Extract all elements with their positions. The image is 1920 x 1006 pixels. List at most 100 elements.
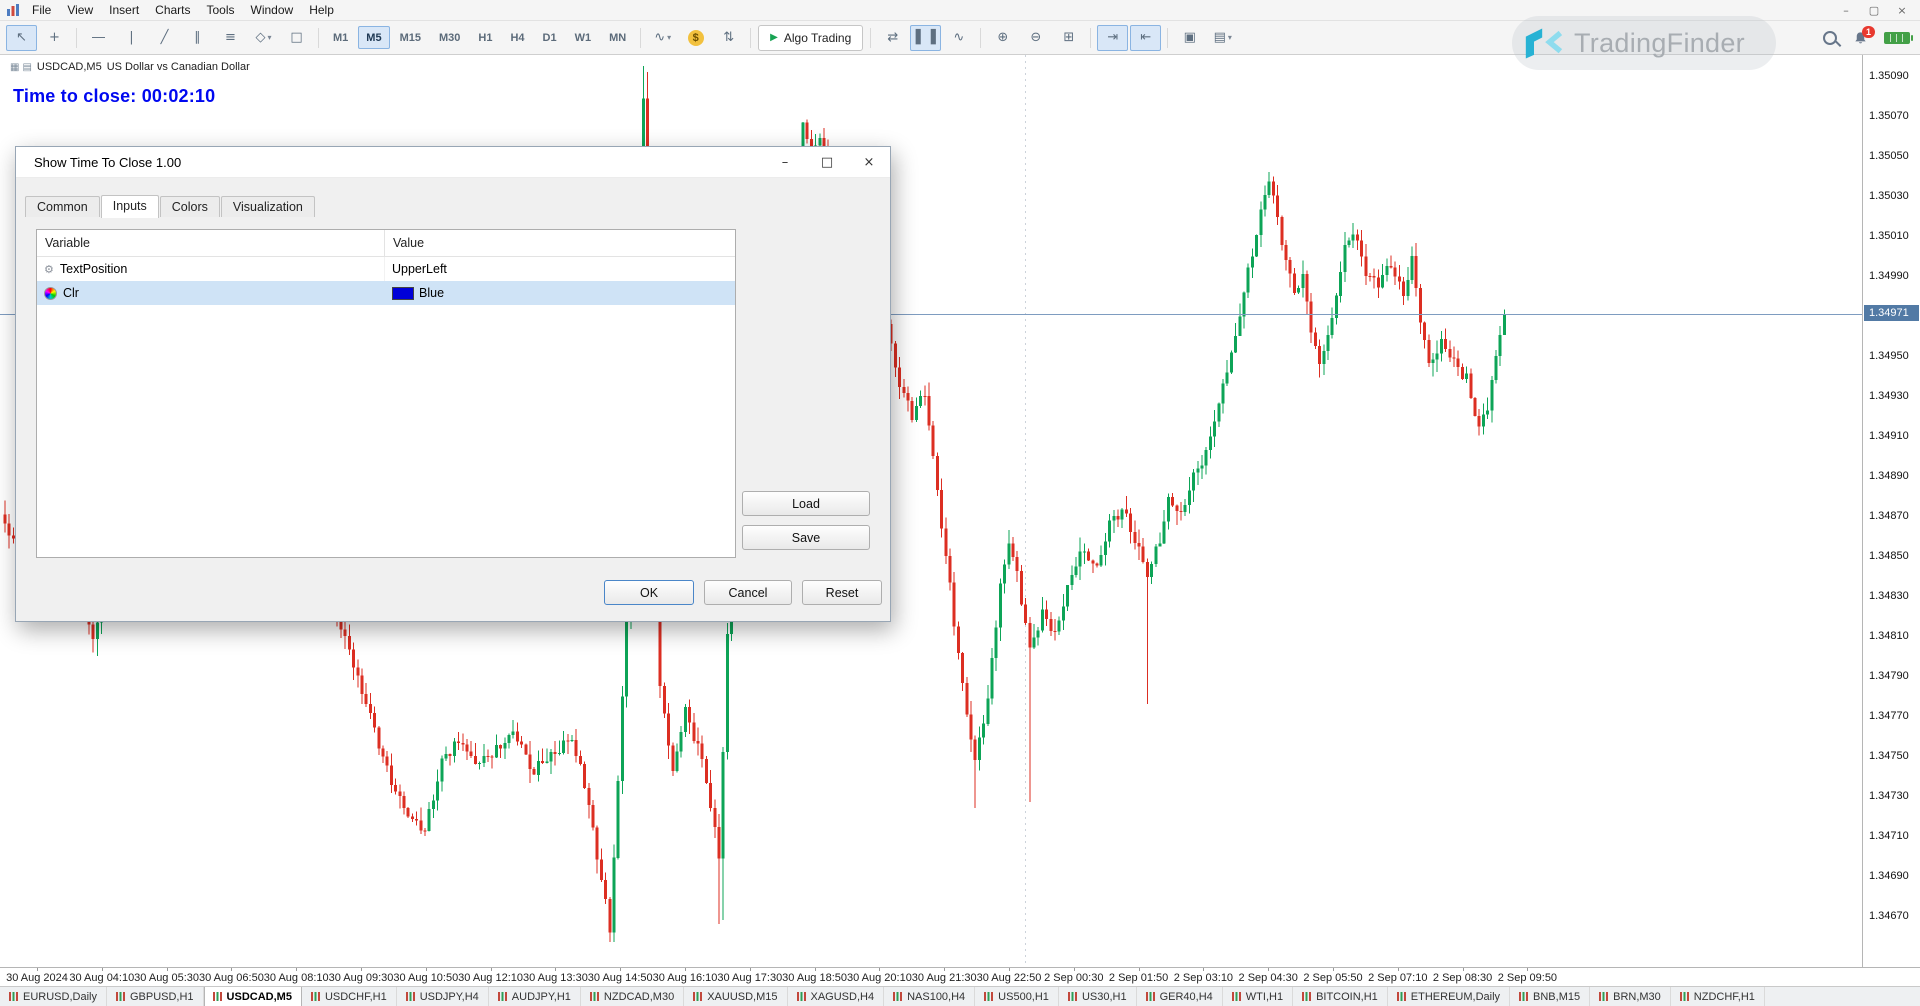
window-minimize-button[interactable]: –	[1832, 4, 1860, 17]
cursor-tool-button[interactable]: ↖	[6, 25, 37, 51]
time-axis[interactable]: 30 Aug 202430 Aug 04:1030 Aug 05:3030 Au…	[0, 967, 1920, 986]
chart-tab-usdchf-h1[interactable]: USDCHF,H1	[302, 987, 397, 1006]
menu-item-view[interactable]: View	[59, 1, 101, 19]
timeframe-d1-button[interactable]: D1	[535, 26, 565, 49]
dialog-window-controls: –□×	[764, 147, 890, 177]
chart-tab-label: ETHEREUM,Daily	[1411, 991, 1500, 1003]
toolbar-separator	[980, 28, 981, 48]
algo-trading-button[interactable]: ▶Algo Trading	[758, 25, 863, 51]
chart-tab-nzdchf-h1[interactable]: NZDCHF,H1	[1671, 987, 1765, 1006]
timeframe-m1-button[interactable]: M1	[325, 26, 356, 49]
timeframe-w1-button[interactable]: W1	[567, 26, 600, 49]
notifications-button[interactable]: 1	[1853, 31, 1868, 46]
horizontal-line-tool-button[interactable]: ―	[83, 25, 114, 51]
window-close-button[interactable]: ×	[1888, 4, 1916, 17]
tick-history-button[interactable]: ∿	[943, 25, 974, 51]
chart-tab-ger40-h4[interactable]: GER40,H4	[1137, 987, 1223, 1006]
price-axis[interactable]: 1.34971 1.350901.350701.350501.350301.35…	[1862, 55, 1920, 967]
fibonacci-tool-button[interactable]: ≡	[215, 25, 246, 51]
dialog-minimize-button[interactable]: –	[764, 147, 806, 177]
timeframe-h1-button[interactable]: H1	[470, 26, 500, 49]
timeframe-m30-button[interactable]: M30	[431, 26, 468, 49]
mini-chart-icon	[116, 992, 125, 1001]
ok-button[interactable]: OK	[604, 580, 694, 605]
menu-item-tools[interactable]: Tools	[199, 1, 243, 19]
chart-tab-gbpusd-h1[interactable]: GBPUSD,H1	[107, 987, 204, 1006]
chart-tab-bitcoin-h1[interactable]: BITCOIN,H1	[1293, 987, 1388, 1006]
chart-tab-eurusd-daily[interactable]: EURUSD,Daily	[0, 987, 107, 1006]
dialog-title-bar[interactable]: Show Time To Close 1.00 –□×	[16, 147, 890, 178]
mini-chart-icon	[984, 992, 993, 1001]
timeframe-m15-button[interactable]: M15	[392, 26, 429, 49]
chart-tab-usdjpy-h4[interactable]: USDJPY,H4	[397, 987, 489, 1006]
dialog-tab-common[interactable]: Common	[25, 196, 100, 217]
chart-tab-us30-h1[interactable]: US30,H1	[1059, 987, 1137, 1006]
time-axis-label: 2 Sep 07:10	[1368, 972, 1427, 984]
timeframe-h4-button[interactable]: H4	[502, 26, 532, 49]
zoom-in-button[interactable]: ⊕	[987, 25, 1018, 51]
grid-icon: ⊞	[1063, 30, 1074, 45]
timeframe-mn-button[interactable]: MN	[601, 26, 634, 49]
tick-arrows-icon: ⇅	[723, 30, 734, 45]
screenshot-button[interactable]: ▣	[1174, 25, 1205, 51]
timeframe-m5-button[interactable]: M5	[358, 26, 389, 49]
chart-tab-nas100-h4[interactable]: NAS100,H4	[884, 987, 975, 1006]
chart-tab-label: BNB,M15	[1533, 991, 1580, 1003]
save-button[interactable]: Save	[742, 525, 870, 550]
chart-tab-bar: EURUSD,DailyGBPUSD,H1USDCAD,M5USDCHF,H1U…	[0, 986, 1920, 1006]
toolbar-separator	[640, 28, 641, 48]
menu-item-file[interactable]: File	[24, 1, 59, 19]
channel-tool-button[interactable]: ∥	[182, 25, 213, 51]
mini-chart-icon	[797, 992, 806, 1001]
chart-shift-button[interactable]: ⇤	[1130, 25, 1161, 51]
inputs-row-clr[interactable]: ClrBlue	[37, 281, 735, 305]
shapes-tool-button[interactable]: ◇▾	[248, 25, 279, 51]
window-maximize-button[interactable]: ▢	[1860, 4, 1888, 17]
zoom-out-button[interactable]: ⊖	[1020, 25, 1051, 51]
dialog-tab-colors[interactable]: Colors	[160, 196, 220, 217]
chart-tab-ethereum-daily[interactable]: ETHEREUM,Daily	[1388, 987, 1510, 1006]
chart-tab-xauusd-m15[interactable]: XAUUSD,M15	[684, 987, 787, 1006]
price-axis-label: 1.34750	[1869, 750, 1909, 762]
dialog-tab-visualization[interactable]: Visualization	[221, 196, 315, 217]
indicators-button[interactable]: ∿▾	[647, 25, 678, 51]
auto-scroll-button[interactable]: ⇥	[1097, 25, 1128, 51]
mini-chart-icon	[1302, 992, 1311, 1001]
cancel-button[interactable]: Cancel	[704, 580, 792, 605]
menu-item-charts[interactable]: Charts	[147, 1, 198, 19]
chart-tab-brn-m30[interactable]: BRN,M30	[1590, 987, 1671, 1006]
dialog-close-button[interactable]: ×	[848, 147, 890, 177]
inputs-row-textposition[interactable]: ⚙TextPositionUpperLeft	[37, 257, 735, 281]
price-axis-label: 1.34790	[1869, 670, 1909, 682]
menu-item-window[interactable]: Window	[243, 1, 302, 19]
inputs-table[interactable]: VariableValue ⚙TextPositionUpperLeftClrB…	[36, 229, 736, 558]
chart-tab-xagusd-h4[interactable]: XAGUSD,H4	[788, 987, 885, 1006]
crosshair-tool-button[interactable]: +	[39, 25, 70, 51]
new-order-button[interactable]: ⇄	[877, 25, 908, 51]
tile-windows-button[interactable]: ⊞	[1053, 25, 1084, 51]
chart-type-icon: ▤	[22, 62, 31, 73]
app-icon[interactable]	[6, 3, 20, 17]
search-icon[interactable]	[1823, 31, 1837, 45]
chart-tab-bnb-m15[interactable]: BNB,M15	[1510, 987, 1590, 1006]
reset-button[interactable]: Reset	[802, 580, 882, 605]
value-cell: Blue	[385, 286, 444, 300]
symbols-button[interactable]: $	[680, 25, 711, 51]
tick-chart-button[interactable]: ⇅	[713, 25, 744, 51]
load-button[interactable]: Load	[742, 491, 870, 516]
chart-tab-usdcad-m5[interactable]: USDCAD,M5	[204, 987, 302, 1006]
dialog-maximize-button[interactable]: □	[806, 147, 848, 177]
vertical-line-tool-button[interactable]: |	[116, 25, 147, 51]
text-frame-tool-button[interactable]: □	[281, 25, 312, 51]
chart-tab-us500-h1[interactable]: US500,H1	[975, 987, 1059, 1006]
chart-tab-nzdcad-m30[interactable]: NZDCAD,M30	[581, 987, 684, 1006]
chart-style-button[interactable]: ▤▾	[1207, 25, 1238, 51]
trendline-tool-button[interactable]: ╱	[149, 25, 180, 51]
dialog-tab-inputs[interactable]: Inputs	[101, 195, 159, 218]
menu-item-help[interactable]: Help	[301, 1, 342, 19]
depth-of-market-button[interactable]: ▌▐	[910, 25, 941, 51]
toolbar-separator	[870, 28, 871, 48]
menu-item-insert[interactable]: Insert	[101, 1, 147, 19]
chart-tab-audjpy-h1[interactable]: AUDJPY,H1	[489, 987, 581, 1006]
chart-tab-wti-h1[interactable]: WTI,H1	[1223, 987, 1293, 1006]
